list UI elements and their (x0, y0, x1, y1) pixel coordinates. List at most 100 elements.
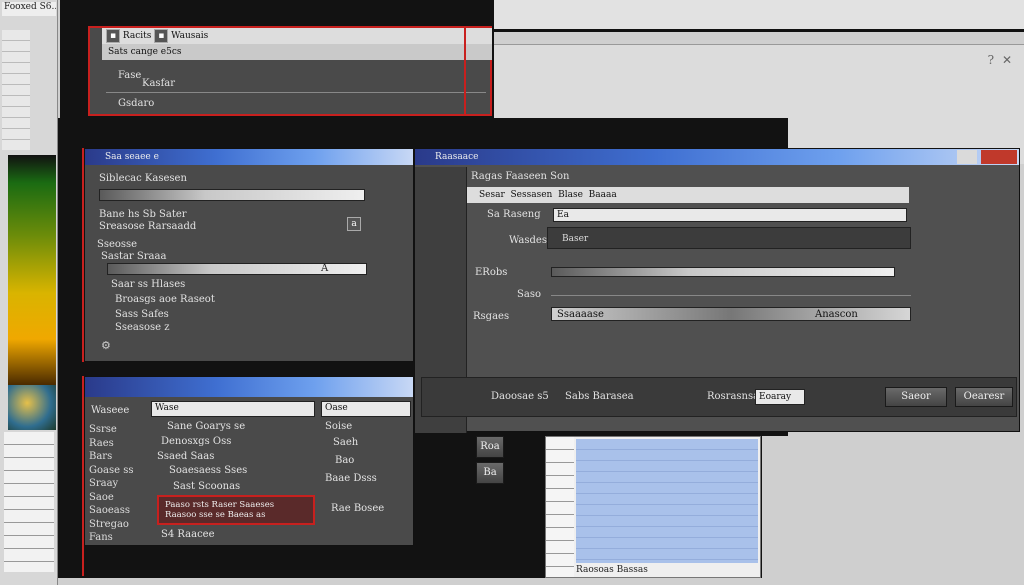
row2-label: Wasdes (509, 235, 547, 246)
lower-dialog: Waseee Wase Oase Ssrse Raes Bars Goase s… (84, 376, 414, 546)
lower-sub-1: Sane Goarys se (167, 421, 246, 432)
blue-window-rail (546, 437, 574, 577)
mid-line-1: Bane hs Sb Sater (99, 209, 187, 220)
left-app-title: Fooxed S6... (2, 2, 56, 16)
blue-footer: Raosoas Bassas (576, 565, 648, 575)
tab-wausais[interactable]: Wausais (171, 31, 208, 41)
close-icon[interactable]: ✕ (1002, 53, 1012, 67)
lower-item[interactable]: Sraay (89, 477, 145, 491)
lower-item[interactable]: Saoe (89, 491, 145, 505)
mid-sub-3: Sass Safes (115, 309, 169, 320)
footer-left: Daoosae s5 (491, 391, 549, 402)
lower-item[interactable]: Stregao (89, 518, 145, 532)
red-guide-mid (82, 148, 84, 362)
footer-select[interactable]: Eoaray (755, 389, 805, 405)
row3-field[interactable] (551, 267, 895, 277)
tab-icon: ▪ (106, 29, 120, 43)
row5-right: Anascon (815, 309, 858, 320)
row5-value: Ssaaaase (557, 309, 604, 320)
side-button-1[interactable]: Roa (476, 436, 504, 458)
lower-item[interactable]: Bars (89, 450, 145, 464)
tab-racits[interactable]: Racits (123, 31, 152, 41)
top-field-1: Fase (118, 70, 142, 81)
top-dialog-frame: ▪ Racits ▪ Wausais Sats cange e5cs Fase … (88, 26, 492, 116)
lower-label-1: Waseee (91, 405, 130, 416)
lower-item[interactable]: Raes (89, 437, 145, 451)
main-dialog: Raasaace Ragas Faaseen Son Sesar Sessase… (414, 148, 1020, 433)
gradient-image (8, 155, 56, 385)
help-icon[interactable]: ? (988, 53, 994, 67)
lower-items: Ssrse Raes Bars Goase ss Sraay Saoe Saoe… (89, 423, 145, 543)
right-4: Baae Dsss (325, 473, 377, 484)
right-3: Bao (335, 455, 355, 466)
col-blase[interactable]: Blase (558, 190, 583, 200)
blue-window: Raosoas Bassas (545, 436, 761, 578)
left-app-strip: Fooxed S6... (0, 0, 58, 585)
mid-section: Siblecac Kasesen (99, 173, 187, 184)
right-5: Rae Bosee (331, 503, 385, 514)
close-button[interactable] (981, 150, 1017, 164)
col-sesar[interactable]: Sesar (479, 190, 505, 200)
row4-label: Saso (517, 289, 541, 300)
lower-sub-2: Denosxgs Oss (161, 436, 232, 447)
left-grid (2, 30, 30, 150)
lower-footer: S4 Raacee (161, 529, 215, 540)
alert-line-2: Raasoo sse se Baeas as (165, 510, 266, 520)
main-header: Ragas Faaseen Son (471, 171, 570, 182)
lower-field[interactable]: Wase (151, 401, 315, 417)
top-dialog-tabs: ▪ Racits ▪ Wausais (102, 28, 492, 44)
red-guide (464, 26, 466, 116)
lower-item[interactable]: Goase ss (89, 464, 145, 478)
col-baaaa[interactable]: Baaaa (589, 190, 617, 200)
main-dialog-titlebar: Raasaace (415, 149, 1019, 165)
lower-sub-4: Soaesaess Sses (169, 465, 248, 476)
row4-line (551, 295, 911, 296)
row5-label: Rsgaes (473, 311, 510, 322)
right-gray-area (762, 436, 1024, 578)
col-sessasen[interactable]: Sessasen (511, 190, 553, 200)
side-button-2[interactable]: Ba (476, 462, 504, 484)
red-guide-lower (82, 376, 84, 576)
lower-titlebar (85, 377, 413, 397)
divider (106, 92, 486, 93)
mid-sub-4: Sseasose z (115, 322, 170, 333)
mid-field-label: Sastar Sraaa (101, 251, 167, 262)
mid-dialog-titlebar: Saa seaee e (85, 149, 413, 165)
alert-line-1: Paaso rsts Raser Saaeses (165, 500, 275, 510)
tab-icon-2: ▪ (154, 29, 169, 43)
lower-item[interactable]: Fans (89, 531, 145, 545)
background-window-top (494, 0, 1024, 32)
row3-label: ERobs (475, 267, 508, 278)
ok-button[interactable]: Saeor (885, 387, 947, 407)
top-dialog: ▪ Racits ▪ Wausais Sats cange e5cs Fase … (60, 0, 494, 118)
cancel-button[interactable]: Oearesr (955, 387, 1013, 407)
lower-item[interactable]: Ssrse (89, 423, 145, 437)
mid-sub-1: Saar ss Hlases (111, 279, 186, 290)
footer-label: Rosrasnsa (707, 391, 760, 402)
footer-mid: Sabs Barasea (565, 391, 634, 402)
mid-field-value: A (321, 263, 329, 274)
lower-item[interactable]: Saoeass (89, 504, 145, 518)
right-1: Soise (325, 421, 353, 432)
mid-icon[interactable]: a (347, 217, 361, 231)
right-2: Saeh (333, 437, 359, 448)
lower-sub-3: Ssaed Saas (157, 451, 215, 462)
top-item[interactable]: Gsdaro (118, 98, 154, 109)
minimize-button[interactable] (957, 150, 977, 164)
top-field-2: Kasfar (142, 78, 176, 89)
blue-grid (576, 439, 758, 563)
thumbnail-image (8, 385, 56, 430)
mid-line-2: Sreasose Rarsaadd (99, 221, 197, 232)
lower-right-field[interactable]: Oase (321, 401, 411, 417)
mid-group: Sseosse (97, 239, 138, 250)
alert-box: Paaso rsts Raser Saaeses Raasoo sse se B… (157, 495, 315, 525)
mid-bar-field[interactable] (99, 189, 365, 201)
lower-sub-5: Sast Scoonas (173, 481, 241, 492)
mid-sub-2: Broasgs aoe Raseot (115, 294, 215, 305)
top-dialog-header: Sats cange e5cs (102, 44, 492, 60)
row1-label: Sa Raseng (487, 209, 541, 220)
row2-field[interactable]: Baser (547, 227, 911, 249)
left-grid-bottom (4, 432, 54, 572)
row1-field[interactable]: Ea (553, 208, 907, 222)
mid-dialog: Saa seaee e Siblecac Kasesen a Bane hs S… (84, 148, 414, 362)
